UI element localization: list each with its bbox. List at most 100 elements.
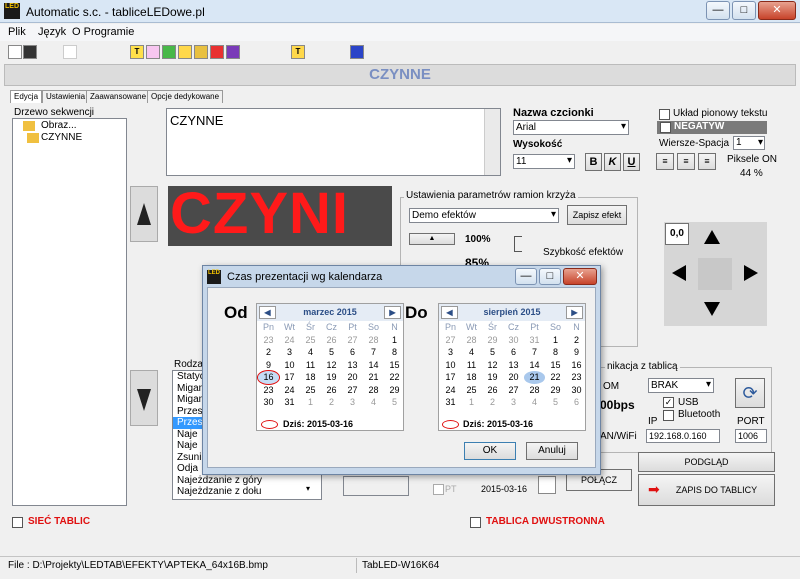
underline-button[interactable]: U (623, 153, 640, 171)
calendar-day[interactable]: 19 (482, 371, 503, 384)
effect-select[interactable]: Demo efektów ▾ (409, 208, 559, 223)
calendar-from[interactable]: ◀ marzec 2015 ▶ Pn Wt Śr Cz Pt So N 23 24 25 26 27 2… (256, 303, 404, 431)
clock-tool-icon[interactable] (162, 45, 176, 59)
calendar-day[interactable]: 3 (342, 396, 363, 409)
list-item[interactable]: Najeżdzanie z dołu (173, 486, 321, 498)
calendar-day[interactable]: 3 (279, 346, 300, 359)
italic-button[interactable]: K (604, 153, 621, 171)
calendar-day[interactable]: 21 (524, 371, 545, 384)
next-month-icon[interactable]: ▶ (384, 306, 401, 319)
calendar-to[interactable]: ◀ sierpień 2015 ▶ Pn Wt Śr Cz Pt So N 27 28 29 30 3… (438, 303, 586, 431)
font-name-select[interactable]: Arial ▾ (513, 120, 629, 135)
calendar-day[interactable]: 12 (482, 359, 503, 372)
move-up-button[interactable] (130, 186, 158, 242)
align-center-button[interactable]: ≡ (677, 153, 695, 170)
calendar-day[interactable]: 1 (300, 396, 321, 409)
calendar-day[interactable]: 16 (257, 370, 280, 385)
calendar-day[interactable]: 5 (321, 346, 342, 359)
calendar-day[interactable]: 22 (384, 371, 405, 384)
text-tool-icon[interactable]: T (130, 45, 144, 59)
calendar-day[interactable]: 13 (342, 359, 363, 372)
calendar-day[interactable]: 3 (503, 396, 524, 409)
calendar-day[interactable]: 14 (524, 359, 545, 372)
origin-button[interactable]: 0,0 (665, 223, 689, 245)
calendar-day[interactable]: 26 (482, 384, 503, 397)
calendar-day[interactable]: 17 (440, 371, 461, 384)
menu-plik[interactable]: Plik (8, 26, 26, 38)
text-editor[interactable]: CZYNNE (166, 108, 501, 176)
new-icon[interactable] (8, 45, 22, 59)
calendar-day[interactable]: 29 (482, 334, 503, 347)
calendar-day[interactable]: 30 (566, 384, 587, 397)
calendar-day[interactable]: 9 (258, 359, 279, 372)
blank-icon[interactable] (63, 45, 77, 59)
calendar-day[interactable]: 18 (461, 371, 482, 384)
siec-tablic-checkbox[interactable] (12, 517, 23, 528)
usb-checkbox[interactable]: ✓ (663, 397, 674, 408)
color-tool-icon[interactable] (210, 45, 224, 59)
calendar-day[interactable]: 7 (524, 346, 545, 359)
dpad-down-icon[interactable] (704, 302, 720, 316)
refresh-icon[interactable]: ⟳ (735, 378, 765, 408)
calendar-day[interactable]: 16 (566, 359, 587, 372)
dialog-maximize-button[interactable]: □ (539, 268, 561, 285)
calendar-day[interactable]: 28 (363, 334, 384, 347)
calendar-day[interactable]: 15 (545, 359, 566, 372)
port-input[interactable]: 1006 (735, 429, 767, 443)
dpad-up-icon[interactable] (704, 230, 720, 244)
calendar-day[interactable]: 1 (461, 396, 482, 409)
calendar-day[interactable]: 2 (321, 396, 342, 409)
calendar-day[interactable]: 13 (503, 359, 524, 372)
close-button[interactable]: ✕ (758, 1, 796, 20)
calendar-day[interactable]: 10 (279, 359, 300, 372)
calendar-icon[interactable] (538, 476, 556, 494)
temp-tool-icon[interactable] (178, 45, 192, 59)
format-tool-icon[interactable]: T (291, 45, 305, 59)
calendar-day[interactable]: 25 (300, 384, 321, 397)
tree-root[interactable]: Obraz... (41, 120, 77, 131)
calendar-day[interactable]: 8 (384, 346, 405, 359)
paint-tool-icon[interactable] (350, 45, 364, 59)
calendar-day[interactable]: 23 (258, 334, 279, 347)
calendar-day[interactable]: 29 (384, 384, 405, 397)
calendar-day[interactable]: 4 (461, 346, 482, 359)
date-tool-icon[interactable] (194, 45, 208, 59)
calendar-day[interactable]: 9 (566, 346, 587, 359)
calendar-day[interactable]: 2 (482, 396, 503, 409)
calendar-day[interactable]: 28 (524, 384, 545, 397)
dialog-minimize-button[interactable]: — (515, 268, 537, 285)
calendar-day[interactable]: 14 (363, 359, 384, 372)
calendar-day[interactable]: 26 (321, 334, 342, 347)
ok-button[interactable]: OK (464, 442, 516, 460)
bold-button[interactable]: B (585, 153, 602, 171)
tab-zaawansowane[interactable]: Zaawansowane (86, 90, 151, 103)
calendar-day[interactable]: 22 (545, 371, 566, 384)
next-month-icon[interactable]: ▶ (566, 306, 583, 319)
rows-spacing-select[interactable]: 1 ▾ (733, 136, 765, 150)
cancel-button[interactable]: Anuluj (526, 442, 578, 460)
calendar-day[interactable]: 4 (363, 396, 384, 409)
calendar-day[interactable]: 24 (279, 384, 300, 397)
align-left-button[interactable]: ≡ (656, 153, 674, 170)
calendar-day[interactable]: 27 (342, 384, 363, 397)
calendar-day[interactable]: 30 (258, 396, 279, 409)
calendar-day[interactable]: 5 (545, 396, 566, 409)
calendar-day[interactable]: 27 (342, 334, 363, 347)
save-icon[interactable] (23, 45, 37, 59)
calendar-day[interactable]: 11 (461, 359, 482, 372)
align-right-button[interactable]: ≡ (698, 153, 716, 170)
prev-month-icon[interactable]: ◀ (259, 306, 276, 319)
calendar-day[interactable]: 25 (300, 334, 321, 347)
calendar-day[interactable]: 2 (258, 346, 279, 359)
preview-button[interactable]: PODGLĄD (638, 452, 775, 472)
calendar-day[interactable]: 18 (300, 371, 321, 384)
calendar-day[interactable]: 26 (321, 384, 342, 397)
save-effect-button[interactable]: Zapisz efekt (567, 205, 627, 225)
calendar-day[interactable]: 23 (258, 384, 279, 397)
calendar-day[interactable]: 21 (363, 371, 384, 384)
calendar-day[interactable]: 5 (482, 346, 503, 359)
calendar-day[interactable]: 5 (384, 396, 405, 409)
tab-edycja[interactable]: Edycja (10, 90, 43, 103)
dual-board-checkbox[interactable] (470, 517, 481, 528)
dpad-left-icon[interactable] (672, 265, 686, 281)
